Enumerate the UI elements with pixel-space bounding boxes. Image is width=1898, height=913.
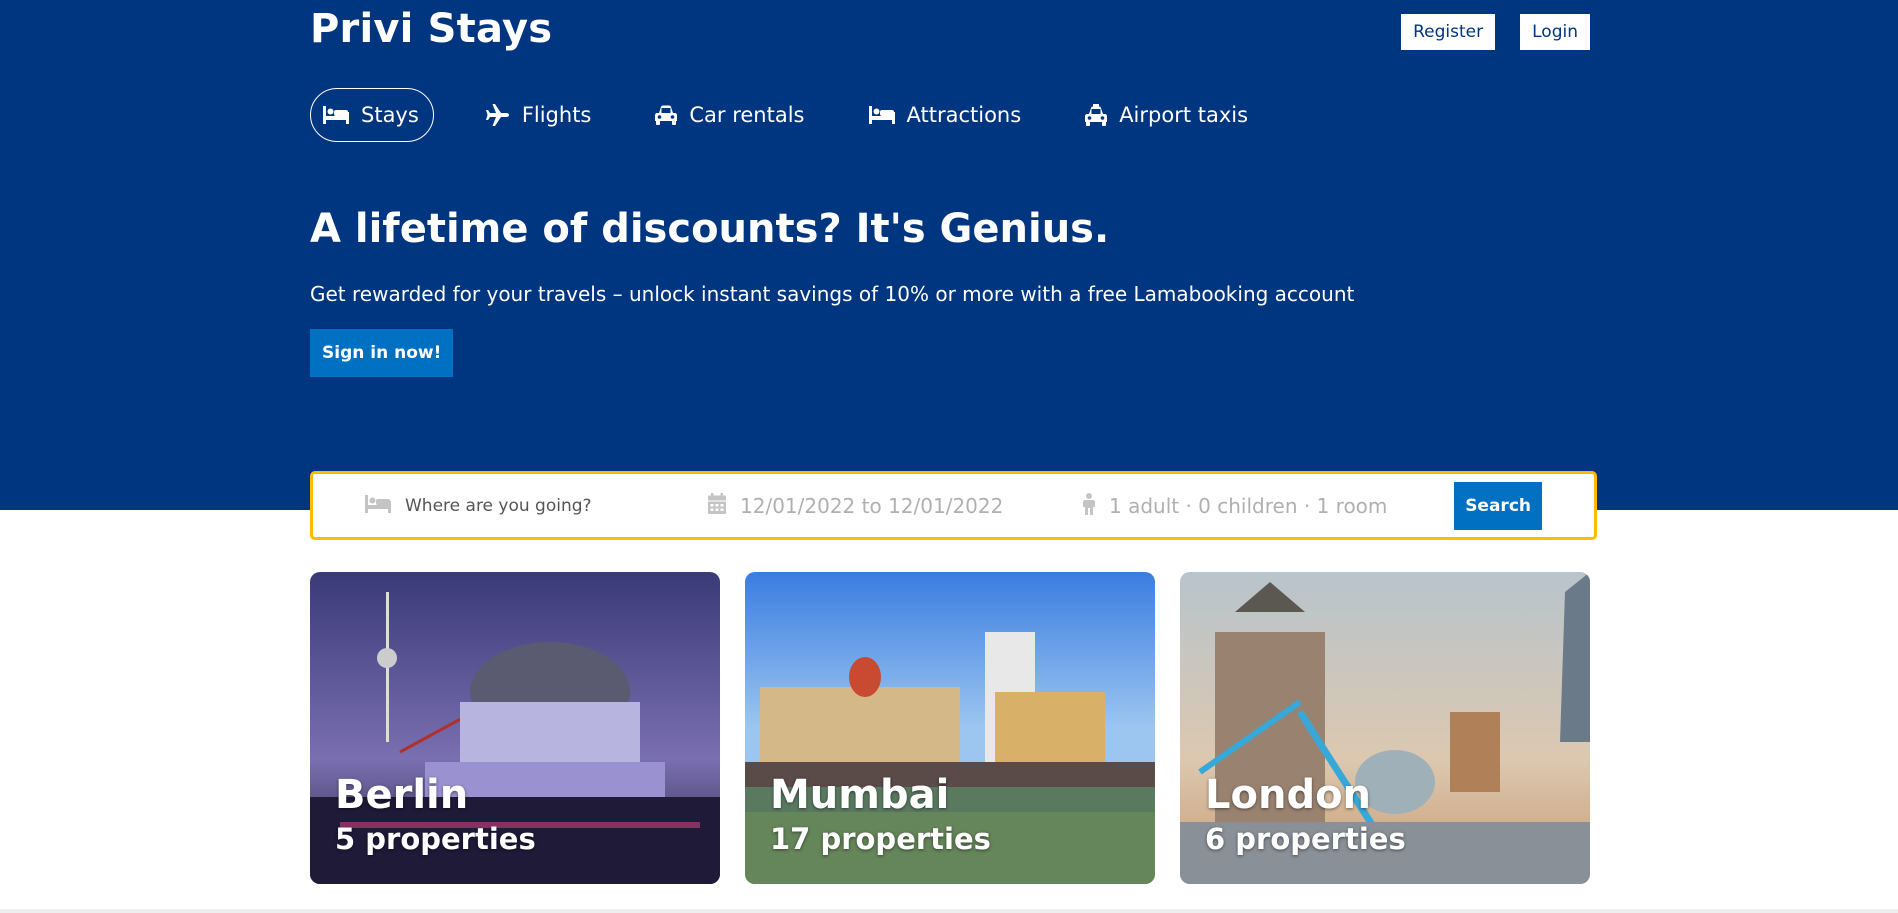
car-icon bbox=[655, 105, 678, 125]
nav-label: Attractions bbox=[906, 103, 1022, 127]
featured-cities: Berlin 5 properties Mumbai 17 properties… bbox=[310, 572, 1590, 884]
hero: A lifetime of discounts? It's Genius. Ge… bbox=[310, 206, 1590, 377]
nav-bar: Stays Flights Car rentals Attractions Ai… bbox=[310, 88, 1590, 142]
city-card-berlin[interactable]: Berlin 5 properties bbox=[310, 572, 720, 884]
city-name: Berlin bbox=[335, 772, 469, 818]
city-name: London bbox=[1205, 772, 1372, 818]
destination-field[interactable]: Where are you going? bbox=[365, 474, 592, 537]
header-banner: Privi Stays Register Login Stays Flights… bbox=[0, 0, 1898, 510]
nav-label: Stays bbox=[361, 103, 419, 127]
property-count: 6 properties bbox=[1205, 822, 1406, 856]
nav-item-flights[interactable]: Flights bbox=[474, 88, 604, 142]
logo[interactable]: Privi Stays bbox=[310, 6, 552, 52]
page-divider bbox=[0, 909, 1898, 913]
bed-icon bbox=[323, 106, 349, 124]
person-icon bbox=[1083, 492, 1095, 519]
card-text: London 6 properties bbox=[1205, 772, 1406, 856]
property-count: 17 properties bbox=[770, 822, 991, 856]
nav-item-attractions[interactable]: Attractions bbox=[857, 88, 1034, 142]
nav-label: Car rentals bbox=[689, 103, 805, 127]
nav-label: Flights bbox=[521, 103, 592, 127]
top-bar: Privi Stays Register Login bbox=[310, 0, 1590, 66]
calendar-icon bbox=[708, 493, 726, 518]
property-count: 5 properties bbox=[335, 822, 536, 856]
hero-title: A lifetime of discounts? It's Genius. bbox=[310, 206, 1110, 252]
destination-input[interactable]: Where are you going? bbox=[405, 496, 592, 516]
city-name: Mumbai bbox=[770, 772, 950, 818]
date-range[interactable]: 12/01/2022 to 12/01/2022 bbox=[740, 494, 1003, 518]
card-text: Mumbai 17 properties bbox=[770, 772, 991, 856]
register-button[interactable]: Register bbox=[1401, 14, 1496, 50]
bed-icon bbox=[868, 106, 895, 124]
login-button[interactable]: Login bbox=[1520, 14, 1590, 50]
nav-label: Airport taxis bbox=[1119, 103, 1249, 127]
guests-field[interactable]: 1 adult · 0 children · 1 room bbox=[1083, 474, 1387, 537]
card-text: Berlin 5 properties bbox=[335, 772, 536, 856]
auth-buttons: Register Login bbox=[1401, 14, 1590, 50]
date-field[interactable]: 12/01/2022 to 12/01/2022 bbox=[708, 474, 1003, 537]
nav-item-airport-taxis[interactable]: Airport taxis bbox=[1073, 88, 1260, 142]
plane-icon bbox=[485, 104, 510, 126]
nav-item-car-rentals[interactable]: Car rentals bbox=[643, 88, 816, 142]
sign-in-button[interactable]: Sign in now! bbox=[310, 329, 454, 377]
city-card-london[interactable]: London 6 properties bbox=[1180, 572, 1590, 884]
search-button[interactable]: Search bbox=[1454, 482, 1542, 530]
guests-summary[interactable]: 1 adult · 0 children · 1 room bbox=[1109, 494, 1387, 518]
hero-description: Get rewarded for your travels – unlock i… bbox=[310, 282, 1355, 306]
city-card-mumbai[interactable]: Mumbai 17 properties bbox=[745, 572, 1155, 884]
bed-icon bbox=[365, 494, 391, 517]
taxi-icon bbox=[1085, 104, 1108, 126]
search-bar: Where are you going? 12/01/2022 to 12/01… bbox=[310, 471, 1597, 540]
nav-item-stays[interactable]: Stays bbox=[310, 88, 434, 142]
